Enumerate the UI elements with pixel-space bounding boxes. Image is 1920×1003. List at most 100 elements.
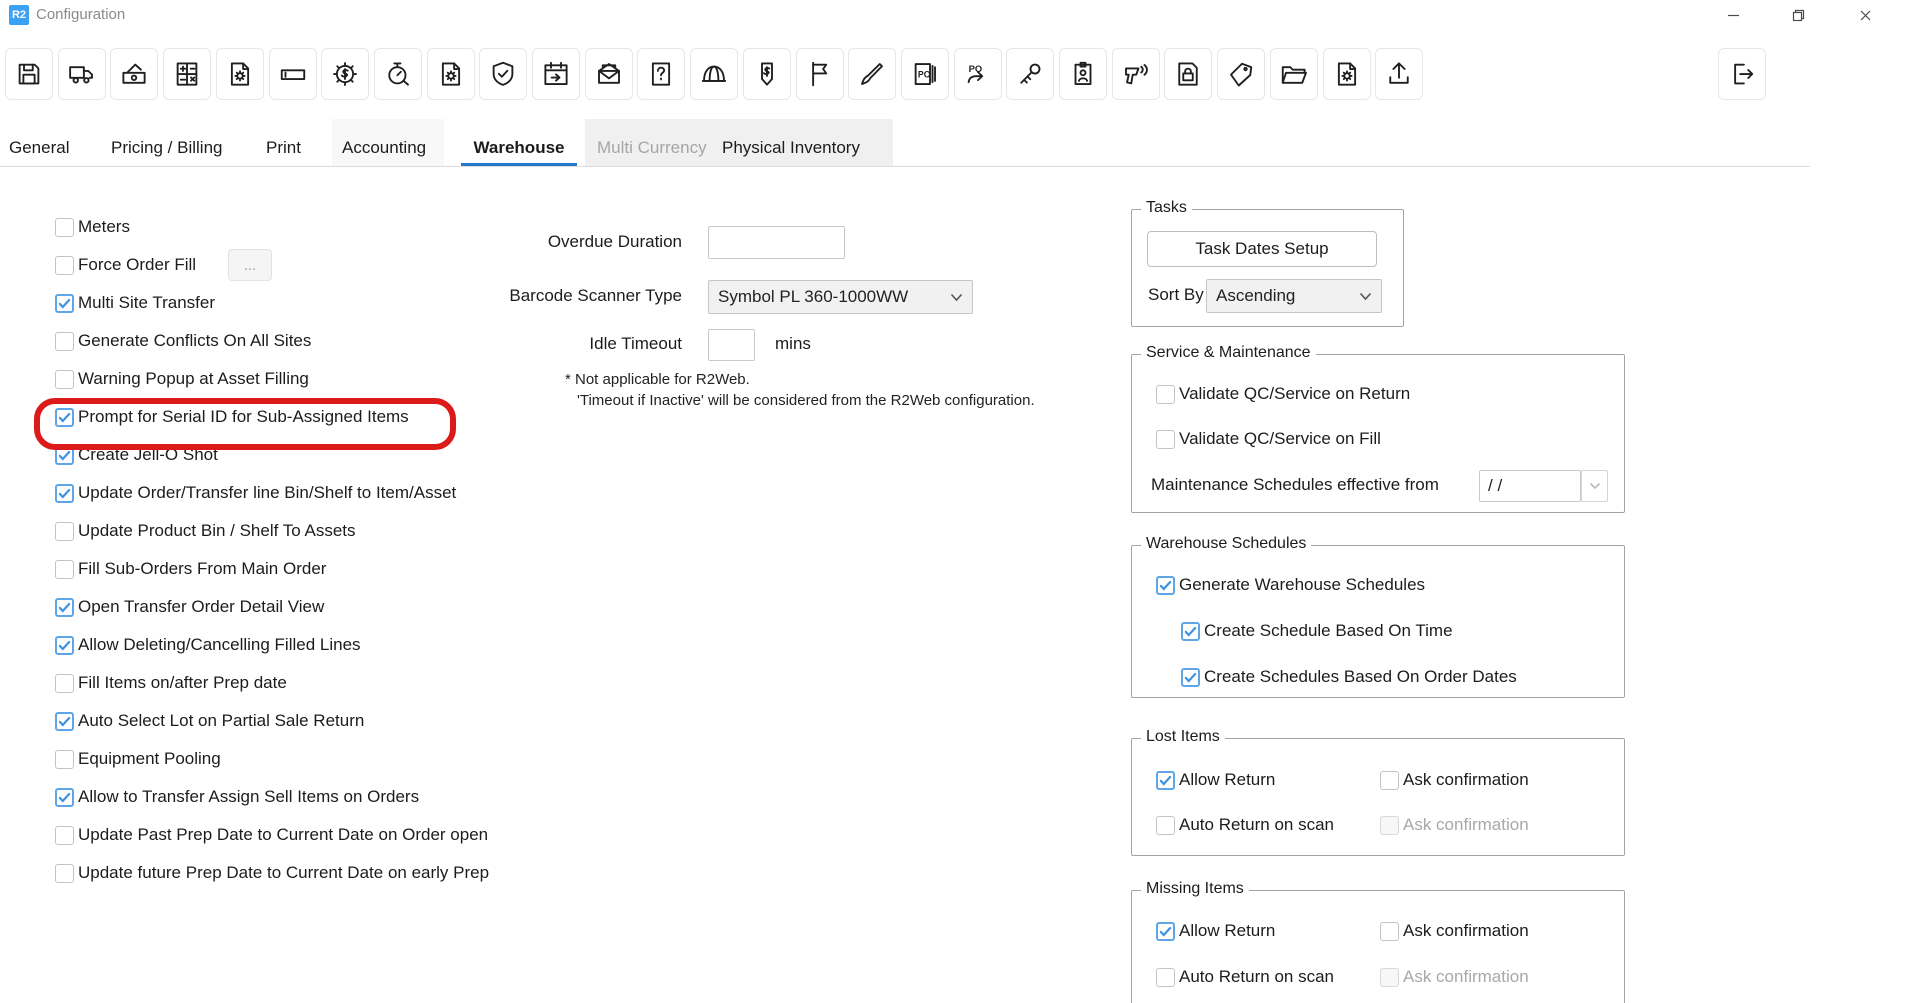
tab-general[interactable]: General	[9, 133, 69, 166]
checkbox[interactable]	[55, 826, 74, 845]
shield-check-icon	[488, 59, 518, 89]
warehouse-schedules-group: Warehouse Schedules Generate Warehouse S…	[1131, 545, 1625, 698]
po-document-toolbar-button[interactable]: PO	[901, 48, 949, 100]
key-toolbar-button[interactable]	[1006, 48, 1054, 100]
checkbox[interactable]	[55, 598, 74, 617]
checkbox[interactable]	[1156, 968, 1175, 987]
question-document-toolbar-button[interactable]	[637, 48, 685, 100]
folder-toolbar-button[interactable]	[1270, 48, 1318, 100]
cash-payment-toolbar-button[interactable]	[110, 48, 158, 100]
barcode-scanner-select[interactable]: Symbol PL 360-1000WW	[708, 280, 973, 314]
flag-toolbar-button[interactable]	[796, 48, 844, 100]
po-return-icon: PO	[963, 59, 993, 89]
option-row: Generate Warehouse Schedules	[1156, 566, 1425, 604]
gear-dollar-toolbar-button[interactable]	[321, 48, 369, 100]
tab-warehouse[interactable]: Warehouse	[461, 133, 577, 166]
lock-document-toolbar-button[interactable]	[1164, 48, 1212, 100]
paintbrush-icon	[857, 59, 887, 89]
save-toolbar-button[interactable]	[5, 48, 53, 100]
service-maintenance-group: Service & Maintenance Maintenance Schedu…	[1131, 354, 1625, 513]
stopwatch-toolbar-button[interactable]	[374, 48, 422, 100]
checkbox-label: Allow Return	[1179, 770, 1275, 790]
checkbox[interactable]	[55, 484, 74, 503]
option-row: Create Jell-O Shot	[55, 436, 218, 474]
checkbox-label: Prompt for Serial ID for Sub-Assigned It…	[78, 407, 409, 427]
checkbox[interactable]	[55, 294, 74, 313]
text-field-toolbar-button[interactable]	[269, 48, 317, 100]
checkbox[interactable]	[55, 446, 74, 465]
sort-by-select[interactable]: Ascending	[1206, 279, 1382, 313]
checkbox[interactable]	[55, 636, 74, 655]
checkbox[interactable]	[55, 256, 74, 275]
id-badge-toolbar-button[interactable]	[1059, 48, 1107, 100]
checkbox[interactable]	[1380, 922, 1399, 941]
checkbox[interactable]	[1181, 668, 1200, 687]
envelope-toolbar-button[interactable]	[585, 48, 633, 100]
checkbox[interactable]	[1156, 816, 1175, 835]
option-row: Equipment Pooling	[55, 740, 221, 778]
checkbox[interactable]	[1156, 922, 1175, 941]
calendar-arrow-icon	[541, 59, 571, 89]
checkbox[interactable]	[1156, 576, 1175, 595]
checkbox[interactable]	[55, 864, 74, 883]
po-return-toolbar-button[interactable]: PO	[954, 48, 1002, 100]
checkbox[interactable]	[55, 750, 74, 769]
sort-by-value: Ascending	[1216, 286, 1295, 306]
calculator-toolbar-button[interactable]	[163, 48, 211, 100]
envelope-icon	[594, 59, 624, 89]
checkbox-label: Auto Select Lot on Partial Sale Return	[78, 711, 364, 731]
tab-print[interactable]: Print	[266, 133, 301, 166]
barcode-scanner-toolbar-button[interactable]	[1112, 48, 1160, 100]
checkbox[interactable]	[1156, 385, 1175, 404]
checkbox[interactable]	[1380, 771, 1399, 790]
checkbox[interactable]	[55, 370, 74, 389]
option-row: Allow Deleting/Cancelling Filled Lines	[55, 626, 361, 664]
close-button[interactable]	[1842, 0, 1888, 30]
task-dates-setup-button[interactable]: Task Dates Setup	[1147, 231, 1377, 267]
id-badge-icon	[1068, 59, 1098, 89]
document-gear-toolbar-button[interactable]	[427, 48, 475, 100]
configuration-window: R2 Configuration POPO GeneralPricing / B…	[0, 0, 1920, 1003]
checkbox[interactable]	[55, 712, 74, 731]
checkbox-label: Multi Site Transfer	[78, 293, 215, 313]
calendar-arrow-toolbar-button[interactable]	[532, 48, 580, 100]
checkbox[interactable]	[55, 674, 74, 693]
exit-button[interactable]	[1718, 48, 1766, 100]
truck-icon	[67, 59, 97, 89]
canopy-toolbar-button[interactable]	[690, 48, 738, 100]
checkbox-label: Ask confirmation	[1403, 770, 1529, 790]
tab-pricing-billing[interactable]: Pricing / Billing	[111, 133, 223, 166]
checkbox[interactable]	[55, 332, 74, 351]
idle-timeout-input[interactable]	[708, 329, 755, 361]
ellipsis-button[interactable]: ...	[228, 249, 272, 281]
option-row: Update future Prep Date to Current Date …	[55, 854, 489, 892]
minimize-button[interactable]	[1710, 0, 1756, 30]
maximize-button[interactable]	[1775, 0, 1821, 30]
checkbox[interactable]	[55, 218, 74, 237]
shield-check-toolbar-button[interactable]	[479, 48, 527, 100]
paintbrush-toolbar-button[interactable]	[848, 48, 896, 100]
chevron-down-icon	[1359, 292, 1372, 301]
checkbox[interactable]	[55, 522, 74, 541]
checkbox[interactable]	[55, 408, 74, 427]
document-gear-toolbar-button[interactable]	[216, 48, 264, 100]
overdue-duration-input[interactable]	[708, 226, 845, 259]
checkbox[interactable]	[55, 788, 74, 807]
tab-accounting[interactable]: Accounting	[342, 133, 426, 166]
chevron-down-icon	[950, 293, 963, 302]
upload-toolbar-button[interactable]	[1375, 48, 1423, 100]
dollar-tag-toolbar-button[interactable]	[743, 48, 791, 100]
truck-toolbar-button[interactable]	[58, 48, 106, 100]
barcode-scanner-icon	[1121, 59, 1151, 89]
checkbox[interactable]	[1156, 771, 1175, 790]
checkbox[interactable]	[1156, 430, 1175, 449]
tab-physical-inventory[interactable]: Physical Inventory	[722, 133, 860, 166]
checkbox-label: Create Schedules Based On Order Dates	[1204, 667, 1517, 687]
checkbox[interactable]	[1181, 622, 1200, 641]
exit-icon	[1727, 59, 1757, 89]
checkbox[interactable]	[55, 560, 74, 579]
maintenance-date-input[interactable]: / /	[1479, 470, 1581, 502]
tag-toolbar-button[interactable]	[1217, 48, 1265, 100]
maintenance-date-dropdown-button[interactable]	[1581, 470, 1608, 502]
document-gear-toolbar-button[interactable]	[1323, 48, 1371, 100]
